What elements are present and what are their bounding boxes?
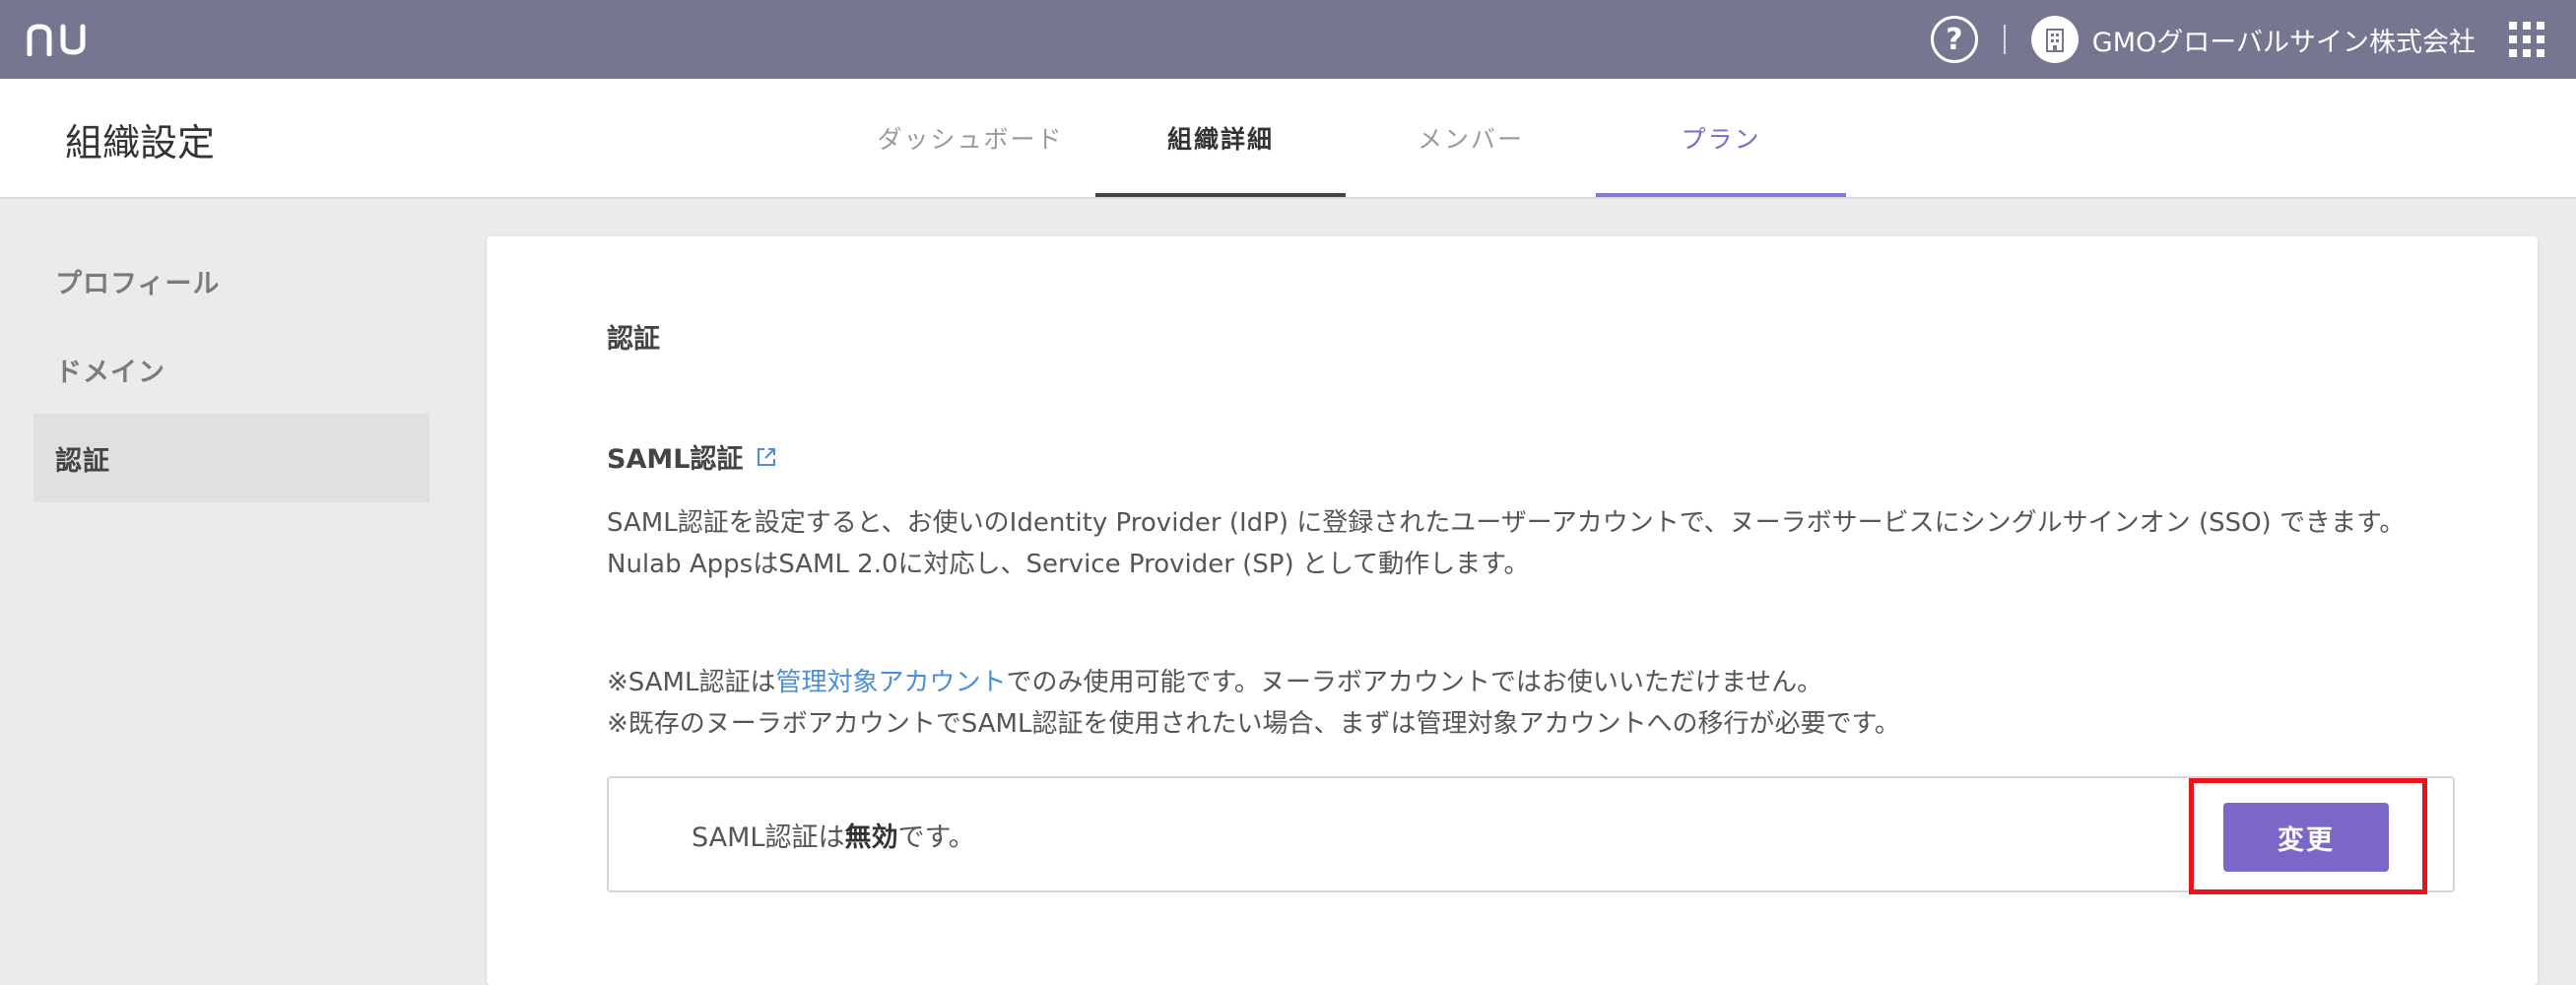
note-line-2: ※既存のヌーラボアカウントでSAML認証を使用されたい場合、まずは管理対象アカウ… bbox=[607, 709, 1900, 739]
saml-status-box: SAML認証は無効です。 bbox=[607, 776, 2455, 892]
saml-notes: ※SAML認証は管理対象アカウントでのみ使用可能です。ヌーラボアカウントではお使… bbox=[607, 662, 2439, 745]
apps-grid-icon[interactable] bbox=[2509, 22, 2544, 57]
external-link-icon[interactable] bbox=[755, 445, 778, 469]
tab-bar: ダッシュボード 組織詳細 メンバー プラン bbox=[845, 79, 1846, 197]
tab-dashboard[interactable]: ダッシュボード bbox=[845, 79, 1095, 197]
building-icon[interactable] bbox=[2030, 16, 2079, 63]
note-line-1: ※SAML認証は管理対象アカウントでのみ使用可能です。ヌーラボアカウントではお使… bbox=[607, 662, 2439, 703]
saml-title: SAML認証 bbox=[607, 437, 778, 476]
status-suffix: です。 bbox=[897, 822, 975, 853]
help-label: ? bbox=[1946, 22, 1963, 57]
saml-description: SAML認証を設定すると、お使いのIdentity Provider (IdP)… bbox=[607, 502, 2439, 585]
sub-header: 組織設定 ダッシュボード 組織詳細 メンバー プラン bbox=[0, 79, 2576, 199]
tab-members[interactable]: メンバー bbox=[1346, 79, 1596, 197]
sidebar: プロフィール ドメイン 認証 bbox=[33, 236, 429, 502]
note1-prefix: ※SAML認証は bbox=[607, 668, 776, 697]
status-value: 無効 bbox=[844, 822, 898, 853]
sidebar-item-authentication[interactable]: 認証 bbox=[33, 414, 429, 502]
topbar-right: ? GMOグローバルサイン株式会社 bbox=[1930, 0, 2576, 79]
saml-status: SAML認証は無効です。 bbox=[692, 816, 975, 854]
section-title: 認証 bbox=[607, 324, 660, 355]
top-bar: nu ? GMOグローバルサイン株式会社 bbox=[0, 0, 2576, 79]
sidebar-item-profile[interactable]: プロフィール bbox=[33, 236, 429, 325]
description-line-1: SAML認証を設定すると、お使いのIdentity Provider (IdP)… bbox=[607, 508, 2406, 538]
sidebar-item-domain[interactable]: ドメイン bbox=[33, 325, 429, 414]
topbar-divider bbox=[2003, 25, 2006, 54]
tab-organization-details[interactable]: 組織詳細 bbox=[1095, 79, 1346, 197]
description-line-2: Nulab AppsはSAML 2.0に対応し、Service Provider… bbox=[607, 550, 1530, 579]
note1-suffix: でのみ使用可能です。ヌーラボアカウントではお使いいただけません。 bbox=[1006, 668, 1823, 697]
status-prefix: SAML認証は bbox=[692, 822, 845, 853]
organization-name[interactable]: GMOグローバルサイン株式会社 bbox=[2092, 21, 2476, 59]
nu-logo-icon bbox=[27, 24, 86, 56]
change-button[interactable]: 変更 bbox=[2223, 803, 2389, 872]
saml-title-text: SAML認証 bbox=[607, 444, 744, 475]
page-title: 組織設定 bbox=[65, 121, 216, 164]
nulab-logo[interactable]: nu bbox=[26, 18, 91, 61]
managed-account-link[interactable]: 管理対象アカウント bbox=[775, 668, 1006, 697]
help-icon[interactable]: ? bbox=[1930, 16, 1978, 63]
tab-plan[interactable]: プラン bbox=[1596, 79, 1846, 197]
